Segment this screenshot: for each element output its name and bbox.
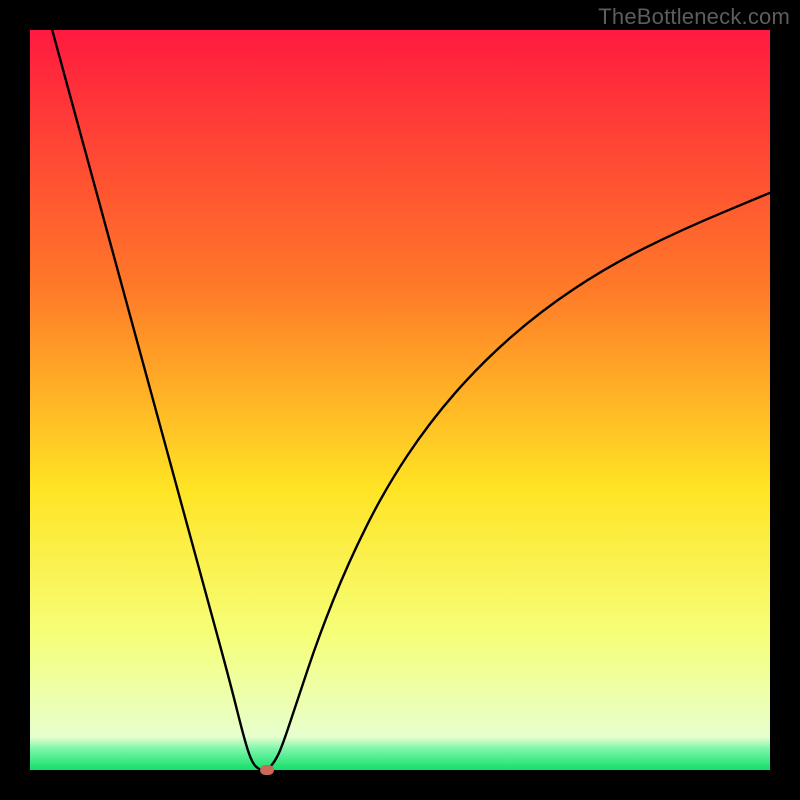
bottleneck-curve	[30, 30, 770, 770]
plot-area	[30, 30, 770, 770]
chart-frame: TheBottleneck.com	[0, 0, 800, 800]
curve-path	[52, 30, 770, 770]
watermark-text: TheBottleneck.com	[598, 4, 790, 30]
sweet-spot-marker	[260, 765, 274, 775]
